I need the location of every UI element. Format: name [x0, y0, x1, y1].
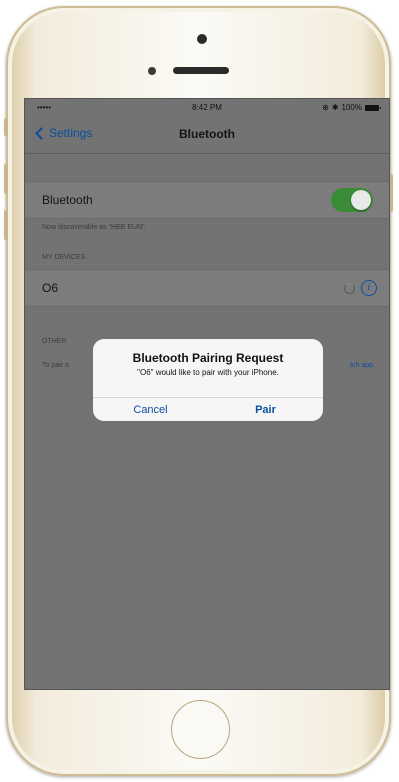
- home-button[interactable]: [171, 700, 230, 759]
- pairing-alert-dialog: Bluetooth Pairing Request "O6" would lik…: [93, 339, 323, 421]
- bluetooth-toggle-row: Bluetooth: [25, 181, 389, 219]
- spinner-icon: [344, 283, 355, 294]
- device-name: O6: [42, 281, 59, 295]
- cancel-button[interactable]: Cancel: [93, 399, 208, 421]
- proximity-sensor: [148, 67, 156, 75]
- my-devices-header: MY DEVICES: [42, 254, 86, 261]
- earpiece-speaker: [173, 67, 229, 74]
- bluetooth-label: Bluetooth: [42, 193, 93, 207]
- instruction-link[interactable]: tch app.: [350, 362, 375, 369]
- alarm-icon: ⊕: [322, 103, 329, 112]
- status-bar: ••••• 8:42 PM ⊕ ✱ 100%: [25, 99, 389, 117]
- status-right-group: ⊕ ✱ 100%: [322, 103, 381, 112]
- volume-up-button: [4, 164, 8, 194]
- pair-button[interactable]: Pair: [208, 399, 323, 421]
- other-devices-header: OTHER: [42, 338, 67, 345]
- device-row[interactable]: O6 i: [25, 269, 389, 307]
- instruction-prefix: To pair a: [42, 362, 69, 369]
- alert-divider: [93, 397, 323, 398]
- alert-message: "O6" would like to pair with your iPhone…: [137, 368, 279, 377]
- page-title: Bluetooth: [179, 127, 235, 141]
- phone-screen: ••••• 8:42 PM ⊕ ✱ 100% Settings Bluetoot…: [24, 98, 390, 690]
- navigation-bar: Settings Bluetooth: [25, 117, 389, 154]
- info-icon[interactable]: i: [361, 280, 377, 296]
- front-camera: [197, 34, 207, 44]
- bluetooth-toggle[interactable]: [331, 188, 373, 212]
- discoverable-text: Now discoverable as "HEE EUN".: [42, 224, 147, 231]
- battery-percent: 100%: [341, 103, 362, 112]
- volume-down-button: [4, 210, 8, 240]
- alert-title: Bluetooth Pairing Request: [132, 351, 284, 365]
- bluetooth-icon: ✱: [331, 103, 339, 112]
- toggle-knob: [351, 190, 371, 210]
- mute-switch: [4, 118, 8, 136]
- battery-full-icon: [365, 104, 381, 111]
